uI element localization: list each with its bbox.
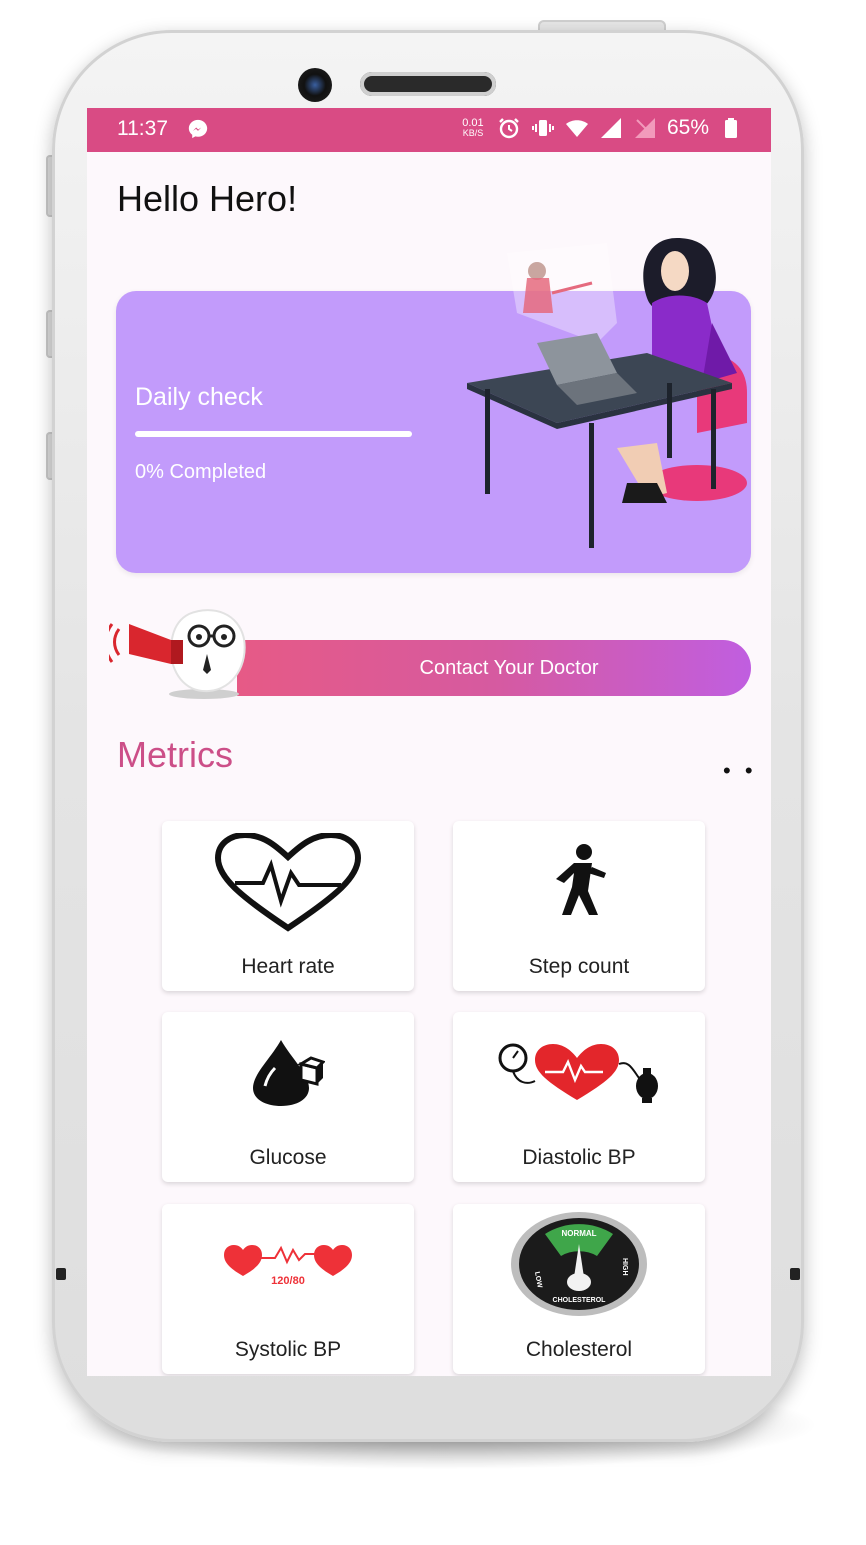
messenger-icon xyxy=(188,119,208,139)
metric-card-cholesterol[interactable]: NORMAL LOW HIGH CHOLESTEROL Cholesterol xyxy=(453,1204,705,1374)
metric-card-step-count[interactable]: Step count xyxy=(453,821,705,991)
metrics-more-button[interactable]: • • xyxy=(723,758,757,784)
vibrate-icon xyxy=(531,120,554,136)
hearts-icon: 120/80 xyxy=(224,1245,352,1287)
glucose-drop-icon xyxy=(253,1040,325,1106)
wifi-icon xyxy=(565,120,588,137)
contact-doctor-button[interactable]: Contact Your Doctor xyxy=(237,640,751,696)
gauge-cholesterol-label: CHOLESTEROL xyxy=(553,1297,607,1304)
signal-icon xyxy=(600,118,621,138)
systolic-reading-label: 120/80 xyxy=(271,1275,305,1287)
metric-label: Systolic BP xyxy=(234,1338,342,1361)
battery-percent: 65% xyxy=(666,116,709,139)
heart-rate-icon xyxy=(214,833,362,932)
daily-check-progress-bar xyxy=(135,431,412,437)
blood-pressure-icon xyxy=(498,1043,658,1103)
app-screen: 11:37 0.01 KB/S 65% Hello Hero! Daily ch… xyxy=(87,108,771,1376)
status-time: 11:37 xyxy=(117,117,168,140)
alarm-icon xyxy=(499,118,519,139)
doctor-megaphone-icon xyxy=(109,609,246,699)
status-icons: 0.01 KB/S 65% xyxy=(459,116,743,140)
metric-label: Step count xyxy=(528,955,630,978)
status-bar: 11:37 0.01 KB/S 65% xyxy=(87,108,771,152)
gauge-normal-label: NORMAL xyxy=(561,1229,596,1238)
metric-card-glucose[interactable]: Glucose xyxy=(162,1012,414,1182)
daily-check-title: Daily check xyxy=(135,383,263,411)
metric-card-diastolic-bp[interactable]: Diastolic BP xyxy=(453,1012,705,1182)
cholesterol-gauge-icon: NORMAL LOW HIGH CHOLESTEROL xyxy=(511,1212,647,1316)
gauge-high-label: HIGH xyxy=(621,1258,628,1276)
walking-person-icon xyxy=(556,844,606,915)
no-signal-icon xyxy=(634,118,655,138)
metrics-title: Metrics xyxy=(117,734,233,775)
greeting-title: Hello Hero! xyxy=(117,178,298,219)
metric-label: Heart rate xyxy=(241,955,335,978)
metric-card-systolic-bp[interactable]: 120/80 Systolic BP xyxy=(162,1204,414,1374)
battery-icon xyxy=(725,118,737,138)
phone-sensor-left xyxy=(56,1268,66,1280)
metric-label: Glucose xyxy=(249,1146,327,1169)
phone-sensor-right xyxy=(790,1268,800,1280)
metric-label: Cholesterol xyxy=(525,1338,633,1361)
metric-card-heart-rate[interactable]: Heart rate xyxy=(162,821,414,991)
earpiece-speaker xyxy=(360,72,496,96)
front-camera xyxy=(298,68,332,102)
woman-at-desk-illustration xyxy=(467,238,747,548)
daily-check-progress-label: 0% Completed xyxy=(135,461,267,483)
net-speed: 0.01 KB/S xyxy=(462,117,484,138)
metric-label: Diastolic BP xyxy=(522,1146,636,1169)
